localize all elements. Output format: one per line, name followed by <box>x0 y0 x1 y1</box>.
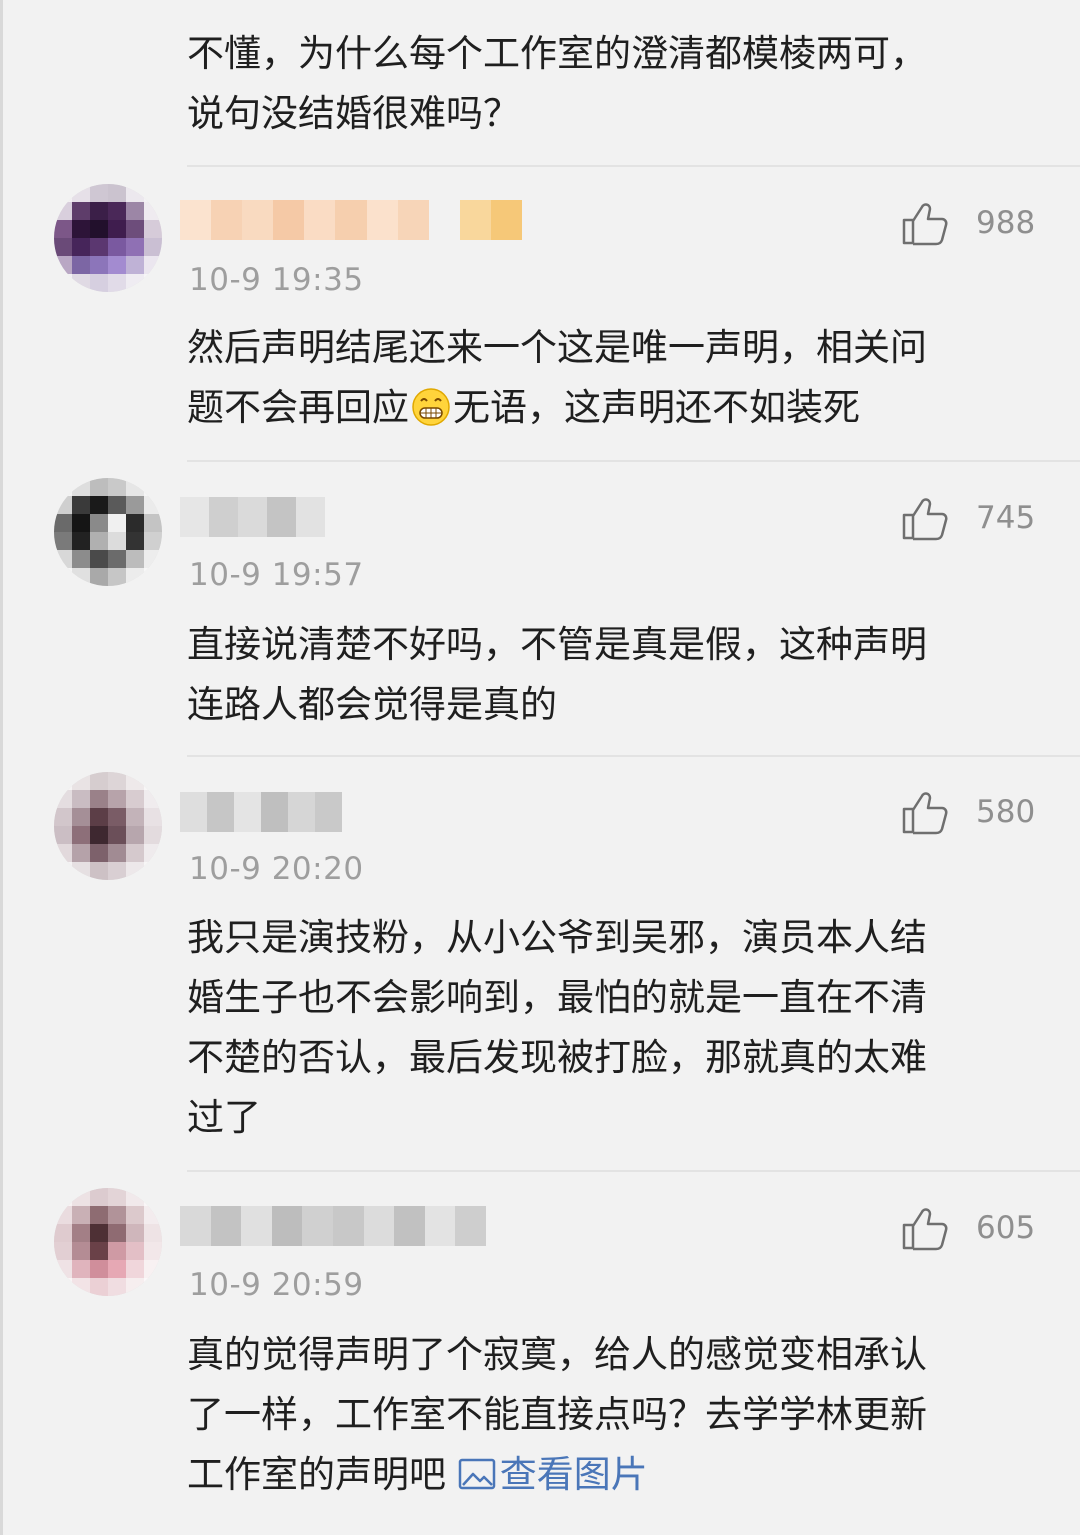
like-count: 580 <box>976 794 1036 830</box>
username-blurred[interactable] <box>180 792 342 832</box>
divider <box>187 165 1080 167</box>
avatar[interactable] <box>54 184 162 292</box>
username-blurred[interactable] <box>180 497 325 537</box>
grinning-face-icon <box>412 388 450 426</box>
avatar[interactable] <box>54 478 162 586</box>
username-blurred[interactable] <box>180 200 522 240</box>
like-button[interactable]: 580 <box>900 787 1050 837</box>
username-blurred[interactable] <box>180 1206 486 1246</box>
thumbs-up-icon <box>902 792 948 835</box>
comment-timestamp: 10-9 19:57 <box>189 557 364 593</box>
comment-text: 我只是演技粉，从小公爷到吴邪，演员本人结 婚生子也不会影响到，最怕的就是一直在不… <box>187 916 927 1139</box>
view-image-link[interactable]: 查看图片 <box>458 1453 648 1496</box>
comment-text: 直接说清楚不好吗，不管是真是假，这种声明 连路人都会觉得是真的 <box>187 623 927 726</box>
like-count: 605 <box>976 1210 1036 1246</box>
like-button[interactable]: 605 <box>900 1203 1050 1253</box>
comment-text: 真的觉得声明了个寂寞，给人的感觉变相承认 了一样，工作室不能直接点吗？去学学林更… <box>187 1333 927 1496</box>
comment-timestamp: 10-9 19:35 <box>189 262 364 298</box>
comment-timestamp: 10-9 20:20 <box>189 851 364 887</box>
divider <box>187 1170 1080 1172</box>
avatar[interactable] <box>54 1188 162 1296</box>
avatar[interactable] <box>54 772 162 880</box>
thumbs-up-icon <box>902 1208 948 1251</box>
thumbs-up-icon <box>902 498 948 541</box>
divider <box>187 755 1080 757</box>
like-count: 745 <box>976 500 1036 536</box>
divider <box>187 460 1080 462</box>
left-edge-line <box>0 0 3 1535</box>
comment-timestamp: 10-9 20:59 <box>189 1267 364 1303</box>
image-icon <box>458 1458 496 1490</box>
like-button[interactable]: 745 <box>900 493 1050 543</box>
like-button[interactable]: 988 <box>900 198 1050 248</box>
like-count: 988 <box>976 205 1036 241</box>
comment-text: 不懂，为什么每个工作室的澄清都模棱两可， 说句没结婚很难吗？ <box>187 32 927 135</box>
thumbs-up-icon <box>902 203 948 246</box>
comment-text: 然后声明结尾还来一个这是唯一声明，相关问 题不会再回应 无语，这声明还不如装死 <box>187 326 927 429</box>
